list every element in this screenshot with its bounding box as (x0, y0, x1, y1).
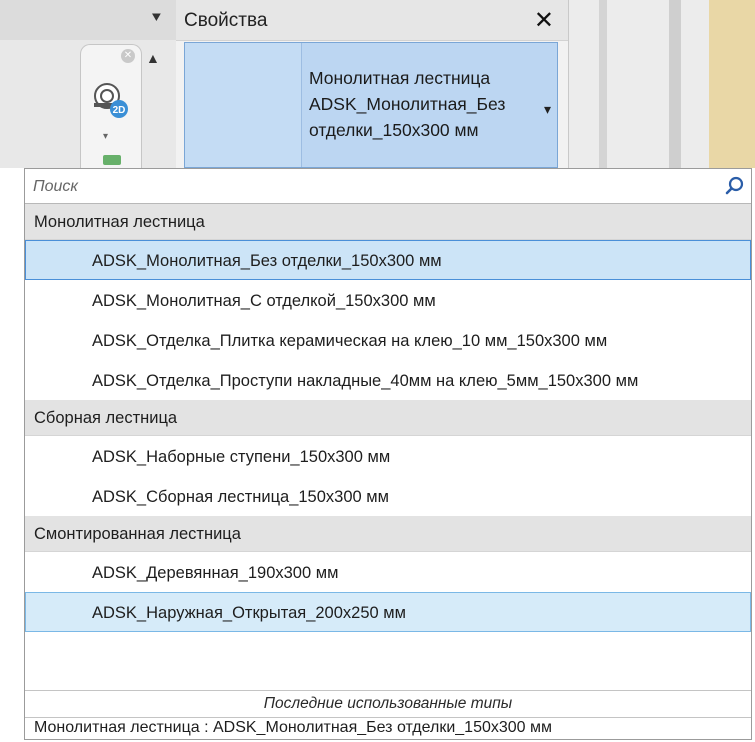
search-input[interactable] (31, 173, 715, 201)
2d-navigation-icon[interactable]: 2D (90, 79, 132, 121)
properties-header: Свойства ✕ (176, 0, 568, 41)
search-icon[interactable] (725, 176, 745, 196)
list-item[interactable]: ADSK_Монолитная_С отделкой_150x300 мм (25, 280, 751, 320)
properties-panel: Свойства ✕ Монолитная лестница ADSK_Моно… (176, 0, 569, 168)
scroll-up-icon[interactable]: ▲ (146, 50, 160, 66)
list-item[interactable]: ADSK_Отделка_Плитка керамическая на клею… (25, 320, 751, 360)
group-header: Монолитная лестница (25, 204, 751, 240)
project-browser-strip: ⯆ ✕ 2D ▾ ▲ (0, 0, 177, 169)
svg-text:2D: 2D (113, 105, 126, 116)
chevron-down-icon[interactable]: ▾ (103, 131, 108, 142)
type-dropdown: Монолитная лестница ADSK_Монолитная_Без … (24, 168, 752, 740)
close-icon[interactable]: ✕ (534, 6, 554, 35)
window-frame (599, 0, 607, 168)
list-item[interactable]: ADSK_Наружная_Открытая_200x250 мм (25, 592, 751, 632)
window-frame (669, 0, 681, 168)
model-view-edge (709, 0, 755, 168)
type-preview-thumbnail (185, 43, 302, 167)
group-header: Смонтированная лестница (25, 516, 751, 552)
nav-green-icon (103, 155, 121, 165)
list-item[interactable]: ADSK_Монолитная_Без отделки_150x300 мм (25, 240, 751, 280)
navigation-bar: ✕ 2D ▾ (80, 44, 142, 169)
list-item[interactable]: ADSK_Сборная лестница_150x300 мм (25, 476, 751, 516)
group-header: Сборная лестница (25, 400, 751, 436)
type-selector[interactable]: Монолитная лестница ADSK_Монолитная_Без … (184, 42, 558, 168)
chevron-down-icon[interactable]: ▾ (544, 101, 551, 118)
list-item[interactable]: ADSK_Наборные ступени_150x300 мм (25, 436, 751, 476)
list-item[interactable]: ADSK_Отделка_Проступи накладные_40мм на … (25, 360, 751, 400)
properties-title: Свойства (184, 10, 268, 31)
filter-dropdown-icon[interactable]: ⯆ (150, 10, 163, 28)
recent-types-header: Последние использованные типы (25, 690, 751, 718)
type-selector-name: Монолитная лестница ADSK_Монолитная_Без … (309, 68, 506, 140)
drawing-area (569, 0, 755, 168)
recent-type-item[interactable]: Монолитная лестница : ADSK_Монолитная_Бе… (25, 717, 751, 741)
close-navigation-icon[interactable]: ✕ (121, 49, 135, 63)
list-item[interactable]: ADSK_Деревянная_190x300 мм (25, 552, 751, 592)
search-row (25, 169, 751, 204)
type-list: Монолитная лестница ADSK_Монолитная_Без … (25, 204, 751, 632)
